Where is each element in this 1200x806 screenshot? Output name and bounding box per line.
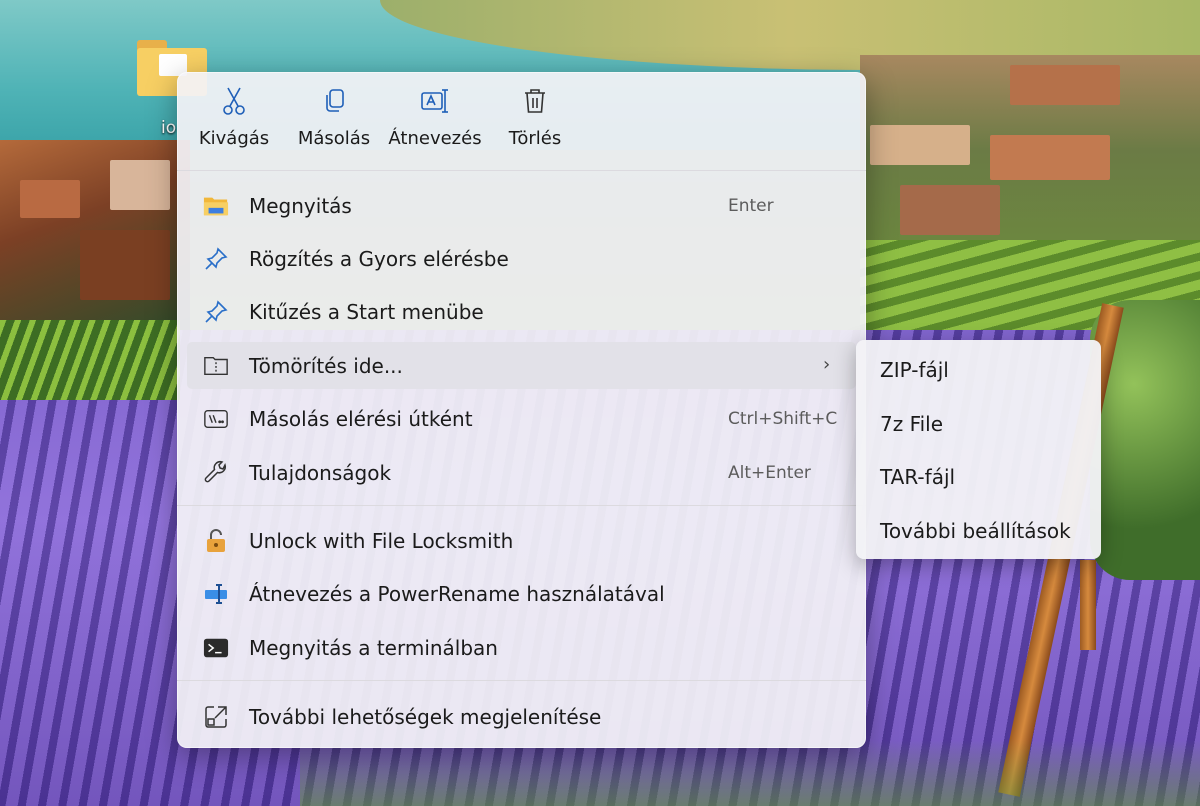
power-rename-icon xyxy=(203,581,229,607)
more-options-icon xyxy=(203,704,229,730)
copy-icon xyxy=(319,86,349,116)
menu-item-open[interactable]: Megnyitás Enter xyxy=(187,182,856,229)
copy-label: Másolás xyxy=(297,128,371,149)
menu-item-pin-start[interactable]: Kitűzés a Start menübe xyxy=(187,288,856,335)
menu-separator xyxy=(177,170,866,171)
wallpaper-house xyxy=(20,180,80,218)
menu-item-file-locksmith[interactable]: Unlock with File Locksmith xyxy=(187,517,856,564)
menu-item-shortcut: Alt+Enter xyxy=(728,463,811,483)
menu-separator xyxy=(177,680,866,681)
copy-path-icon xyxy=(203,406,229,432)
wallpaper-house xyxy=(110,160,170,210)
wrench-icon xyxy=(203,460,229,486)
pin-icon xyxy=(203,299,229,325)
wallpaper-grass xyxy=(300,740,1200,806)
menu-item-properties[interactable]: Tulajdonságok Alt+Enter xyxy=(187,449,856,496)
cut-label: Kivágás xyxy=(198,128,270,149)
menu-item-label: Megnyitás a terminálban xyxy=(249,636,498,660)
wallpaper-house xyxy=(80,230,170,300)
copy-button[interactable]: Másolás xyxy=(297,86,371,160)
pin-icon xyxy=(203,246,229,272)
desktop-icon-label: io xyxy=(161,118,177,138)
menu-separator xyxy=(177,505,866,506)
zip-folder-icon xyxy=(203,353,229,379)
submenu-item-label: ZIP-fájl xyxy=(880,358,949,382)
compress-submenu: ZIP-fájl 7z File TAR-fájl További beállí… xyxy=(856,340,1101,559)
context-menu: Kivágás Másolás Átnevezés Törlés Megnyit… xyxy=(177,72,866,748)
menu-item-label: További lehetőségek megjelenítése xyxy=(249,705,602,729)
wallpaper-village-left xyxy=(0,140,190,330)
lock-icon xyxy=(203,528,229,554)
terminal-icon xyxy=(203,635,229,661)
submenu-item-zip[interactable]: ZIP-fájl xyxy=(862,346,1095,394)
wallpaper-house xyxy=(990,135,1110,180)
submenu-item-tar[interactable]: TAR-fájl xyxy=(862,453,1095,501)
rename-button[interactable]: Átnevezés xyxy=(388,86,482,160)
menu-item-label: Megnyitás xyxy=(249,194,352,218)
trash-icon xyxy=(520,86,550,116)
submenu-item-label: 7z File xyxy=(880,412,944,436)
menu-item-label: Tömörítés ide... xyxy=(249,354,403,378)
menu-item-open-terminal[interactable]: Megnyitás a terminálban xyxy=(187,624,856,671)
chevron-right-icon: › xyxy=(823,354,831,375)
submenu-item-label: További beállítások xyxy=(880,519,1071,543)
rename-label: Átnevezés xyxy=(388,128,482,149)
submenu-item-label: TAR-fájl xyxy=(880,465,956,489)
menu-item-show-more-options[interactable]: További lehetőségek megjelenítése xyxy=(187,693,856,740)
rename-icon xyxy=(420,86,450,116)
menu-item-label: Rögzítés a Gyors elérésbe xyxy=(249,247,509,271)
context-menu-toolbar: Kivágás Másolás Átnevezés Törlés xyxy=(177,72,866,170)
folder-icon xyxy=(203,193,229,219)
menu-item-label: Unlock with File Locksmith xyxy=(249,529,514,553)
menu-item-label: Tulajdonságok xyxy=(249,461,392,485)
wallpaper-house xyxy=(870,125,970,165)
delete-label: Törlés xyxy=(508,128,562,149)
submenu-item-more-settings[interactable]: További beállítások xyxy=(862,507,1095,555)
menu-item-label: Másolás elérési útként xyxy=(249,407,473,431)
menu-item-shortcut: Enter xyxy=(728,196,774,216)
menu-item-pin-quick-access[interactable]: Rögzítés a Gyors elérésbe xyxy=(187,235,856,282)
menu-item-power-rename[interactable]: Átnevezés a PowerRename használatával xyxy=(187,570,856,617)
scissors-icon xyxy=(219,86,249,116)
menu-item-label: Átnevezés a PowerRename használatával xyxy=(249,582,665,606)
submenu-item-7z[interactable]: 7z File xyxy=(862,400,1095,448)
wallpaper-house xyxy=(900,185,1000,235)
wallpaper-house xyxy=(1010,65,1120,105)
menu-item-copy-as-path[interactable]: Másolás elérési útként Ctrl+Shift+C xyxy=(187,395,856,442)
wallpaper-vines-left xyxy=(0,320,180,400)
menu-item-compress[interactable]: Tömörítés ide... › xyxy=(187,342,856,389)
menu-item-label: Kitűzés a Start menübe xyxy=(249,300,484,324)
menu-item-shortcut: Ctrl+Shift+C xyxy=(728,409,838,429)
delete-button[interactable]: Törlés xyxy=(507,86,563,160)
cut-button[interactable]: Kivágás xyxy=(198,86,270,160)
wallpaper-post xyxy=(1080,560,1096,650)
